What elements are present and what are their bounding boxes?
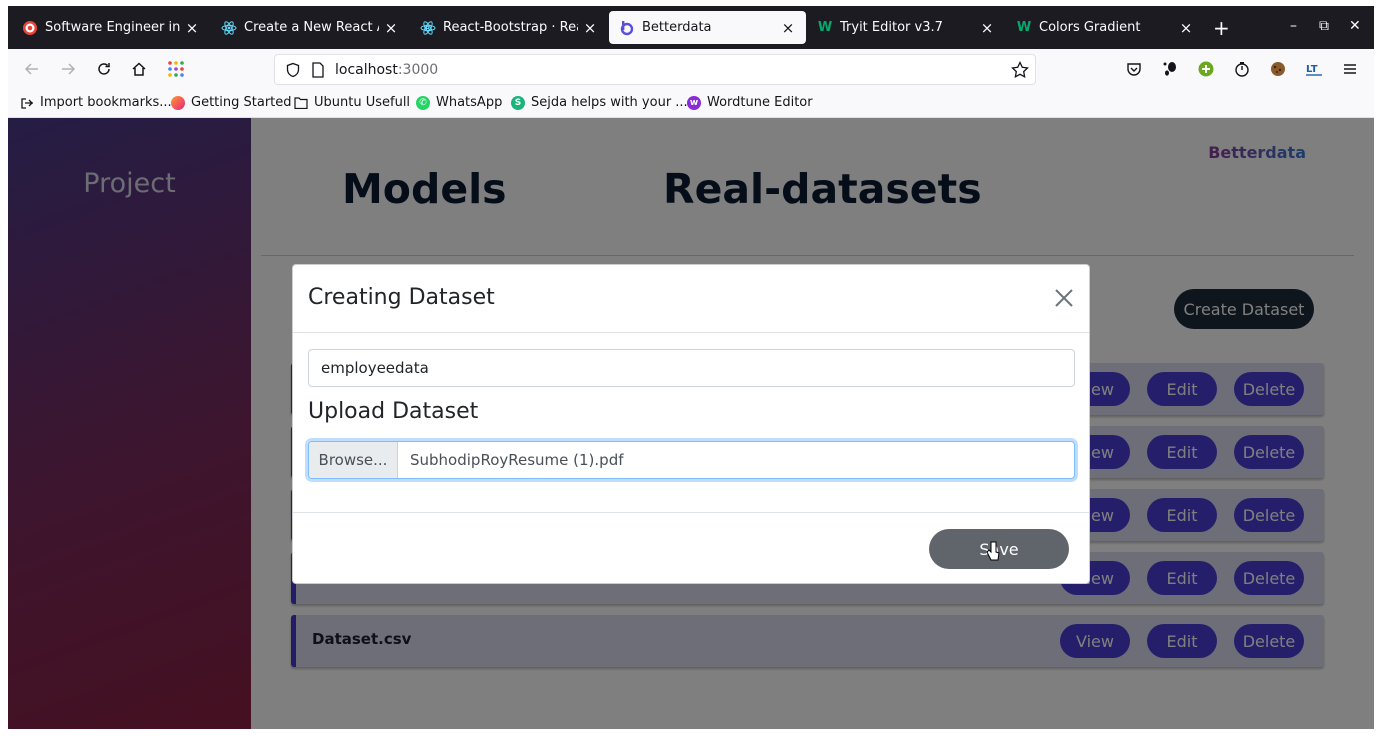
react-bootstrap-icon: B — [420, 20, 436, 36]
new-tab-button[interactable]: + — [1213, 16, 1230, 40]
close-icon[interactable]: × — [780, 19, 796, 37]
modal-close-button[interactable] — [1051, 285, 1077, 311]
close-icon[interactable]: × — [383, 19, 399, 37]
mouse-cursor-icon — [986, 541, 1000, 561]
close-icon[interactable]: × — [1178, 19, 1194, 37]
close-icon — [1055, 289, 1073, 307]
shield-icon — [286, 62, 300, 77]
back-arrow-icon — [24, 63, 38, 75]
tab-bar: Software Engineer intern × Create a New … — [8, 6, 1374, 49]
plus-circle-icon — [1198, 61, 1214, 77]
svg-text:B: B — [425, 25, 430, 33]
tab-tryit-editor[interactable]: W Tryit Editor v3.7 × — [807, 11, 1005, 44]
reload-icon — [98, 63, 110, 75]
forward-button[interactable] — [56, 57, 80, 81]
page-icon — [312, 61, 324, 78]
selected-file-name: SubhodipRoyResume (1).pdf — [410, 451, 624, 469]
apps-grid-icon — [168, 61, 184, 77]
pocket-button[interactable] — [1122, 57, 1146, 81]
timer-extension-button[interactable] — [1230, 57, 1254, 81]
forward-arrow-icon — [62, 63, 76, 75]
wordtune-icon: w — [687, 95, 701, 110]
restore-button[interactable]: ⧉ — [1319, 18, 1329, 34]
file-input[interactable]: Browse... SubhodipRoyResume (1).pdf — [308, 441, 1075, 479]
import-icon — [20, 96, 34, 110]
gnome-icon — [1163, 62, 1176, 76]
modal-header: Creating Dataset — [293, 265, 1089, 333]
whatsapp-icon: ✆ — [416, 95, 430, 110]
browse-button[interactable]: Browse... — [309, 442, 398, 478]
back-button[interactable] — [20, 57, 44, 81]
url-port: :3000 — [397, 61, 439, 78]
cookie-extension-button[interactable] — [1266, 57, 1290, 81]
firefox-icon — [171, 95, 185, 110]
modal-footer-divider — [293, 512, 1089, 513]
sejda-icon: S — [511, 95, 525, 110]
nav-bar: localhost:3000 LT — [8, 49, 1374, 89]
tab-label: React-Bootstrap · React — [443, 20, 578, 35]
w3schools-icon: W — [1016, 20, 1032, 35]
bookmark-label: WhatsApp — [436, 95, 503, 110]
bookmark-label: Sejda helps with your ... — [531, 95, 688, 110]
star-icon[interactable] — [1011, 61, 1029, 79]
create-dataset-modal: Creating Dataset Upload Dataset Browse..… — [292, 264, 1090, 584]
bookmark-label: Import bookmarks... — [40, 95, 172, 110]
tab-create-react-app[interactable]: Create a New React App × — [211, 11, 409, 44]
web-page: Project Betterdata Models Real-datasets … — [8, 118, 1374, 729]
bookmark-wordtune[interactable]: w Wordtune Editor — [687, 95, 813, 110]
tab-betterdata[interactable]: Betterdata × — [609, 11, 806, 44]
pocket-icon — [1127, 63, 1141, 76]
modal-title: Creating Dataset — [308, 285, 495, 310]
close-icon[interactable]: × — [979, 19, 995, 37]
react-icon — [221, 20, 237, 36]
cookie-icon — [1271, 62, 1285, 76]
languagetool-extension-button[interactable]: LT — [1302, 57, 1326, 81]
reload-button[interactable] — [92, 57, 116, 81]
browser-window: Software Engineer intern × Create a New … — [8, 6, 1374, 729]
home-icon — [132, 62, 146, 76]
gnome-extension-button[interactable] — [1158, 57, 1182, 81]
tab-label: Betterdata — [642, 20, 712, 35]
home-button[interactable] — [127, 57, 151, 81]
close-icon[interactable]: × — [184, 19, 200, 37]
address-bar[interactable]: localhost:3000 — [274, 54, 1036, 85]
url-text: localhost:3000 — [335, 62, 438, 78]
upload-dataset-label: Upload Dataset — [308, 399, 479, 424]
tab-label: Create a New React App — [244, 20, 379, 35]
close-icon[interactable]: × — [582, 19, 598, 37]
betterdata-icon — [619, 20, 635, 36]
bookmark-getting-started[interactable]: Getting Started — [171, 95, 292, 110]
tab-react-bootstrap[interactable]: B React-Bootstrap · React × — [410, 11, 608, 44]
close-window-button[interactable]: ✕ — [1349, 18, 1361, 34]
bookmark-label: Wordtune Editor — [707, 95, 813, 110]
tab-label: Colors Gradient — [1039, 20, 1141, 35]
timer-icon — [1235, 62, 1249, 77]
bookmarks-toolbar: Import bookmarks... Getting Started Ubun… — [8, 89, 1374, 118]
languagetool-icon: LT — [1306, 64, 1322, 76]
bookmark-ubuntu-usefull[interactable]: Ubuntu Usefull — [294, 95, 410, 110]
tab-label: Tryit Editor v3.7 — [840, 20, 943, 35]
tab-software-engineer[interactable]: Software Engineer intern × — [12, 11, 210, 44]
dataset-name-input[interactable] — [308, 349, 1075, 387]
add-extension-button[interactable] — [1194, 57, 1218, 81]
bookmark-whatsapp[interactable]: ✆ WhatsApp — [416, 95, 502, 110]
w3schools-icon: W — [817, 20, 833, 35]
svg-text:LT: LT — [1306, 64, 1318, 75]
tab-colors-gradient[interactable]: W Colors Gradient × — [1006, 11, 1204, 44]
tab-label: Software Engineer intern — [45, 20, 180, 35]
bookmark-import[interactable]: Import bookmarks... — [20, 95, 172, 110]
url-host: localhost — [335, 61, 398, 78]
target-icon — [22, 20, 38, 36]
bookmark-label: Getting Started — [191, 95, 292, 110]
minimize-button[interactable]: – — [1290, 18, 1297, 34]
apps-button[interactable] — [164, 57, 188, 81]
folder-icon — [294, 96, 308, 110]
hamburger-menu-icon — [1344, 64, 1356, 74]
bookmark-label: Ubuntu Usefull — [314, 95, 411, 110]
menu-button[interactable] — [1338, 57, 1362, 81]
bookmark-sejda[interactable]: S Sejda helps with your ... — [511, 95, 688, 110]
